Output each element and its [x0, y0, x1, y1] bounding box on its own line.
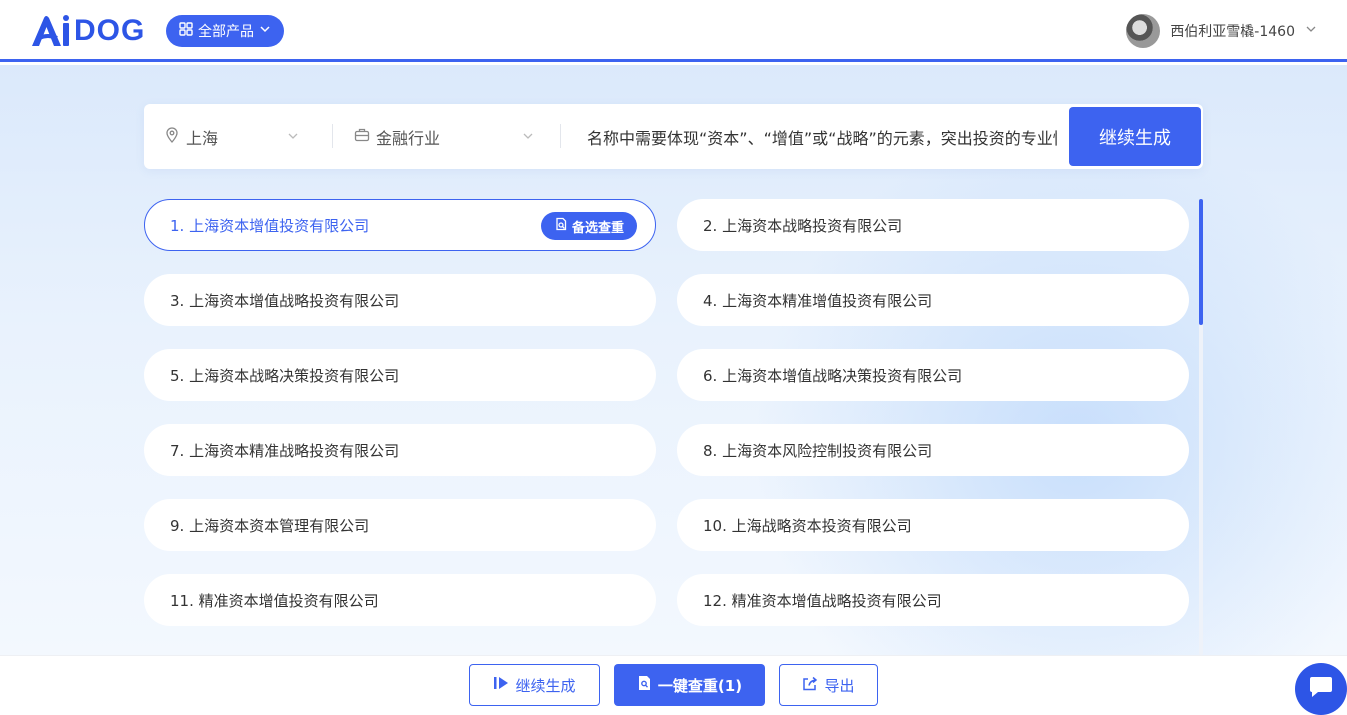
result-label: 5. 上海资本战略决策投资有限公司: [170, 366, 400, 385]
chevron-down-icon: [287, 127, 299, 146]
result-label: 6. 上海资本增值战略决策投资有限公司: [703, 366, 963, 385]
result-card-6[interactable]: 6. 上海资本增值战略决策投资有限公司: [677, 349, 1189, 401]
result-card-2[interactable]: 2. 上海资本战略投资有限公司: [677, 199, 1189, 251]
chevron-down-icon: [1305, 23, 1317, 39]
doc-search-icon: [637, 675, 652, 695]
chevron-down-icon: [522, 127, 534, 146]
candidate-check-label: 备选查重: [571, 220, 624, 236]
main-content: 上海 金融行业 名称中需要体现“资本”、“增值”或“战略”的元素，突出投资的专业…: [0, 65, 1347, 655]
logo-ai-mark: [30, 14, 72, 48]
one-click-check-button[interactable]: 一键查重(1): [614, 664, 765, 706]
result-label: 3. 上海资本增值战略投资有限公司: [170, 291, 400, 310]
results-scrollbar[interactable]: [1199, 199, 1203, 655]
result-label: 8. 上海资本风险控制投资有限公司: [703, 441, 933, 460]
share-icon: [802, 676, 818, 695]
grid-icon: [179, 22, 193, 40]
doc-search-icon: [554, 217, 568, 235]
user-menu[interactable]: 西伯利亚雪橇-1460: [1126, 14, 1317, 48]
action-footer: 继续生成 一键查重(1) 导出: [0, 655, 1347, 715]
city-value: 上海: [186, 128, 219, 148]
result-label: 1. 上海资本增值投资有限公司: [170, 216, 370, 235]
result-label: 10. 上海战略资本投资有限公司: [703, 516, 912, 535]
result-label: 11. 精准资本增值投资有限公司: [170, 591, 379, 610]
result-card-1[interactable]: 1. 上海资本增值投资有限公司 备选查重: [144, 199, 656, 251]
export-label: 导出: [824, 676, 855, 695]
play-next-icon: [493, 676, 509, 694]
location-icon: [164, 126, 180, 147]
briefcase-icon: [354, 127, 370, 147]
result-card-9[interactable]: 9. 上海资本资本管理有限公司: [144, 499, 656, 551]
divider: [332, 124, 333, 148]
industry-select[interactable]: 金融行业: [354, 104, 534, 169]
continue-generate-button[interactable]: 继续生成: [1069, 107, 1201, 166]
prompt-input[interactable]: 名称中需要体现“资本”、“增值”或“战略”的元素，突出投资的专业性: [587, 104, 1057, 169]
divider: [560, 124, 561, 148]
export-button[interactable]: 导出: [779, 664, 878, 706]
search-bar: 上海 金融行业 名称中需要体现“资本”、“增值”或“战略”的元素，突出投资的专业…: [144, 104, 1203, 169]
chat-support-button[interactable]: [1295, 663, 1347, 715]
logo[interactable]: DOG: [30, 13, 145, 49]
industry-value: 金融行业: [376, 128, 441, 148]
chevron-down-icon: [259, 23, 271, 39]
result-card-3[interactable]: 3. 上海资本增值战略投资有限公司: [144, 274, 656, 326]
all-products-label: 全部产品: [198, 24, 254, 40]
result-label: 9. 上海资本资本管理有限公司: [170, 516, 370, 535]
result-card-4[interactable]: 4. 上海资本精准增值投资有限公司: [677, 274, 1189, 326]
result-label: 2. 上海资本战略投资有限公司: [703, 216, 903, 235]
result-card-10[interactable]: 10. 上海战略资本投资有限公司: [677, 499, 1189, 551]
top-header: DOG 全部产品 西伯利亚雪橇-1460: [0, 0, 1347, 62]
avatar[interactable]: [1126, 14, 1161, 48]
result-label: 4. 上海资本精准增值投资有限公司: [703, 291, 933, 310]
result-card-5[interactable]: 5. 上海资本战略决策投资有限公司: [144, 349, 656, 401]
footer-continue-button[interactable]: 继续生成: [469, 664, 600, 706]
result-label: 7. 上海资本精准战略投资有限公司: [170, 441, 400, 460]
username: 西伯利亚雪橇-1460: [1170, 24, 1295, 40]
city-select[interactable]: 上海: [164, 104, 299, 169]
footer-continue-label: 继续生成: [515, 676, 576, 695]
result-card-8[interactable]: 8. 上海资本风险控制投资有限公司: [677, 424, 1189, 476]
logo-text: DOG: [74, 14, 146, 47]
result-card-12[interactable]: 12. 精准资本增值战略投资有限公司: [677, 574, 1189, 626]
all-products-button[interactable]: 全部产品: [166, 15, 284, 47]
result-label: 12. 精准资本增值战略投资有限公司: [703, 591, 942, 610]
result-card-11[interactable]: 11. 精准资本增值投资有限公司: [144, 574, 656, 626]
chat-bubble-icon: [1308, 676, 1334, 702]
candidate-check-badge[interactable]: 备选查重: [541, 212, 637, 240]
scrollbar-thumb[interactable]: [1199, 199, 1203, 325]
result-card-7[interactable]: 7. 上海资本精准战略投资有限公司: [144, 424, 656, 476]
one-click-check-label: 一键查重(1): [657, 676, 743, 695]
